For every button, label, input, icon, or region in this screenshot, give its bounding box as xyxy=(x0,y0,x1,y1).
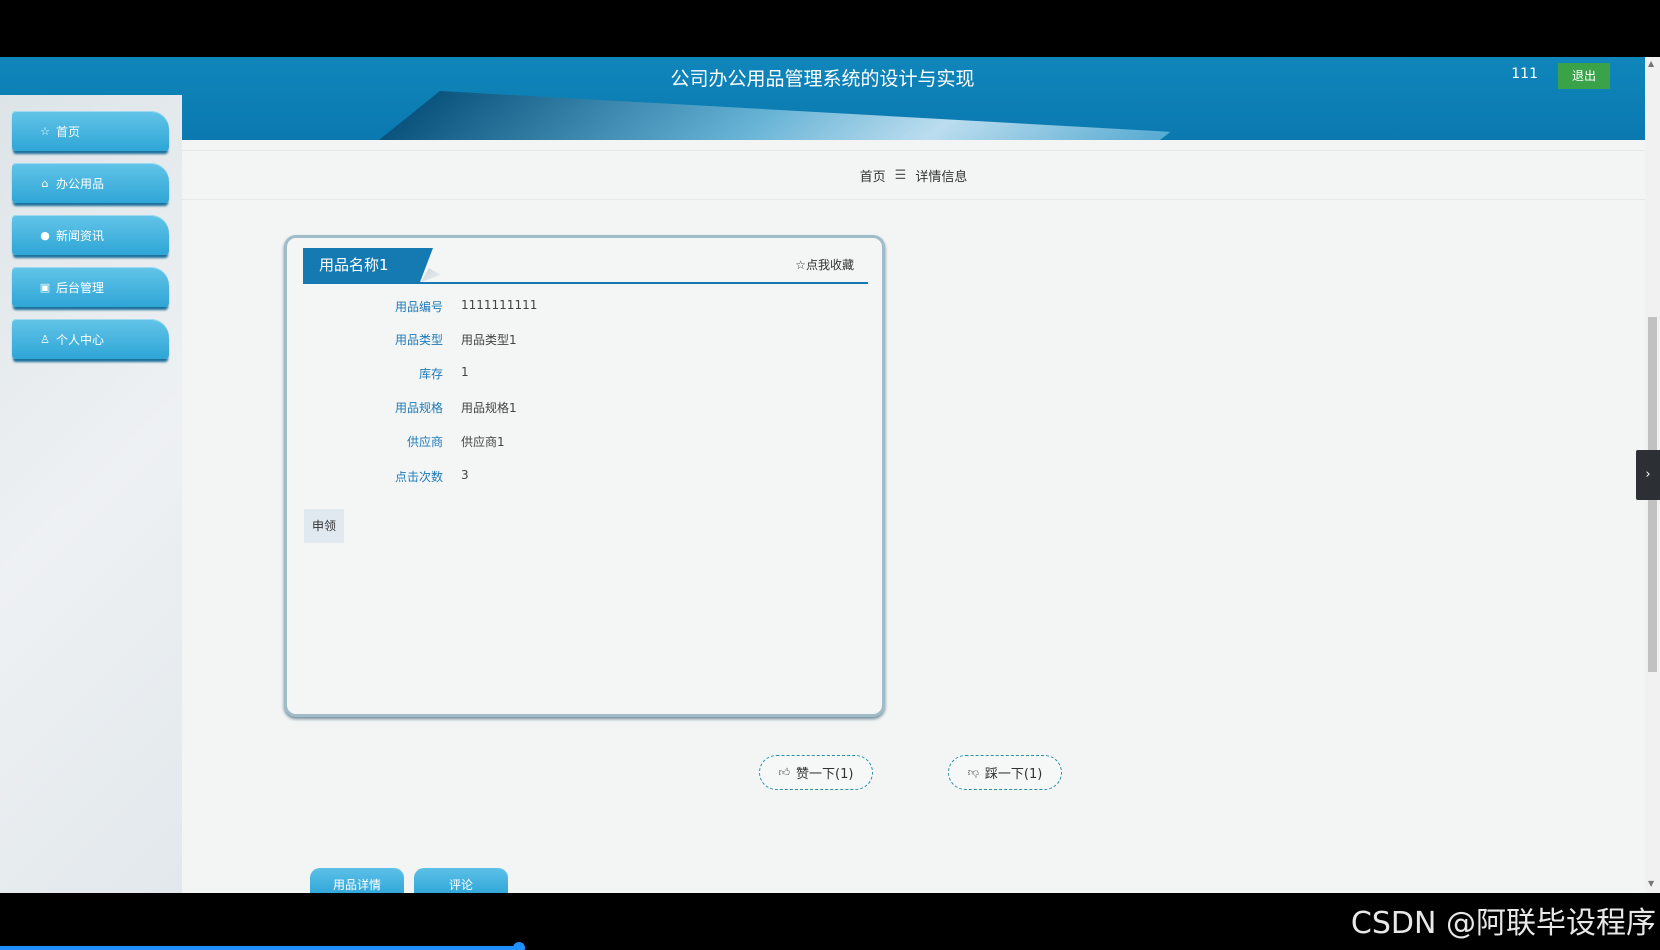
screen: 公司办公用品管理系统的设计与实现 111 退出 ☆ 首页 ⌂ 办公用品 ● 新闻… xyxy=(0,0,1660,950)
breadcrumb: 首页 ☰ 详情信息 xyxy=(182,150,1645,200)
sidebar-item-profile[interactable]: ♙ 个人中心 xyxy=(12,319,169,359)
main-content: 首页 ☰ 详情信息 用品名称1 ☆点我收藏 用品编号 1111111111 用品… xyxy=(182,140,1645,893)
field-row: 用品类型 用品类型1 xyxy=(303,331,863,351)
breadcrumb-home[interactable]: 首页 xyxy=(860,166,886,185)
tab-product-details[interactable]: 用品详情 xyxy=(310,868,404,893)
detail-card: 用品名称1 ☆点我收藏 用品编号 1111111111 用品类型 用品类型1 库… xyxy=(284,235,885,717)
field-row: 用品编号 1111111111 xyxy=(303,298,863,318)
apply-button[interactable]: 申领 xyxy=(304,509,344,543)
video-progress-handle[interactable] xyxy=(513,942,525,950)
chevron-right-icon[interactable]: › xyxy=(1636,450,1660,500)
sidebar-item-home[interactable]: ☆ 首页 xyxy=(12,111,169,151)
user-icon: ♙ xyxy=(40,332,50,346)
current-user: 111 xyxy=(1511,66,1538,82)
scroll-down-icon[interactable]: ▼ xyxy=(1648,879,1654,888)
calendar-icon: ▣ xyxy=(39,280,51,294)
top-header: 公司办公用品管理系统的设计与实现 111 退出 xyxy=(0,57,1645,140)
watermark: CSDN @阿联毕设程序 xyxy=(1350,906,1656,941)
field-row: 供应商 供应商1 xyxy=(303,433,863,453)
field-label: 用品编号 xyxy=(394,300,443,314)
sidebar-item-label: 新闻资讯 xyxy=(56,228,105,243)
breadcrumb-current: 详情信息 xyxy=(915,169,968,185)
favorite-button[interactable]: ☆点我收藏 xyxy=(795,256,854,273)
product-title: 用品名称1 xyxy=(303,248,433,282)
field-value: 1111111111 xyxy=(461,298,538,312)
header-decoration xyxy=(365,91,1171,140)
thumbs-down-icon: 👎︎ xyxy=(967,766,979,779)
field-row: 用品规格 用品规格1 xyxy=(303,399,863,419)
logout-button[interactable]: 退出 xyxy=(1558,63,1610,89)
star-icon: ☆ xyxy=(40,124,50,138)
field-label: 点击次数 xyxy=(394,470,443,484)
info-icon: ● xyxy=(40,228,50,242)
card-header: 用品名称1 ☆点我收藏 xyxy=(303,248,868,284)
like-label: 赞一下(1) xyxy=(796,767,854,782)
scroll-up-icon[interactable]: ▲ xyxy=(1648,59,1654,68)
field-value: 用品类型1 xyxy=(461,333,517,347)
home-icon: ⌂ xyxy=(41,176,49,190)
like-button[interactable]: 👍︎ 赞一下(1) xyxy=(759,755,873,790)
sidebar: ☆ 首页 ⌂ 办公用品 ● 新闻资讯 ▣ 后台管理 ♙ 个人中心 xyxy=(0,95,182,893)
app-title: 公司办公用品管理系统的设计与实现 xyxy=(670,68,975,90)
menu-icon: ☰ xyxy=(894,167,907,183)
video-footer: CSDN @阿联毕设程序 xyxy=(0,893,1660,950)
field-value: 3 xyxy=(461,468,469,482)
dislike-button[interactable]: 👎︎ 踩一下(1) xyxy=(948,755,1062,790)
field-label: 用品类型 xyxy=(394,333,443,347)
dislike-label: 踩一下(1) xyxy=(984,767,1043,782)
field-label: 用品规格 xyxy=(394,401,443,415)
tab-comments[interactable]: 评论 xyxy=(414,868,508,893)
sidebar-item-admin[interactable]: ▣ 后台管理 xyxy=(12,267,169,307)
field-label: 供应商 xyxy=(406,435,443,449)
sidebar-item-label: 首页 xyxy=(56,124,81,139)
field-value: 供应商1 xyxy=(461,435,505,449)
sidebar-item-label: 后台管理 xyxy=(56,280,105,295)
sidebar-item-office-supplies[interactable]: ⌂ 办公用品 xyxy=(12,163,169,203)
sidebar-item-label: 办公用品 xyxy=(56,176,105,191)
field-value: 1 xyxy=(461,365,469,379)
sidebar-item-label: 个人中心 xyxy=(56,332,105,347)
field-row: 点击次数 3 xyxy=(303,468,863,488)
field-row: 库存 1 xyxy=(303,365,863,385)
sidebar-item-news[interactable]: ● 新闻资讯 xyxy=(12,215,169,255)
field-value: 用品规格1 xyxy=(461,401,517,415)
field-label: 库存 xyxy=(418,367,443,381)
video-progress-bar[interactable] xyxy=(0,946,520,950)
thumbs-up-icon: 👍︎ xyxy=(778,766,791,779)
